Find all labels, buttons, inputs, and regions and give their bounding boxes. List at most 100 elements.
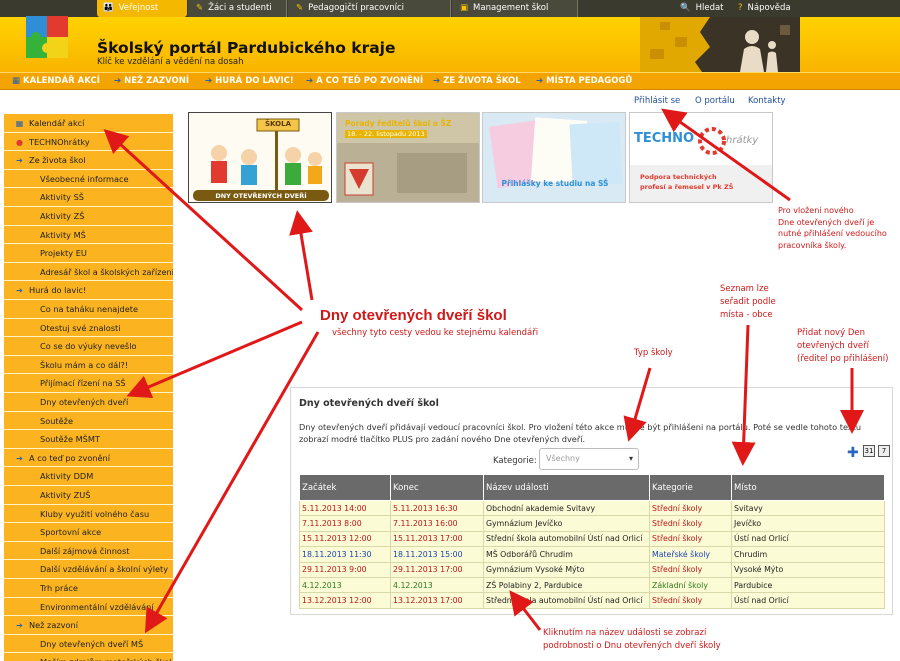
sidebar-item[interactable]: Další zájmová činnost <box>4 541 173 561</box>
week-view-icon[interactable]: 7 <box>878 445 890 457</box>
tile-prihlasky[interactable]: Přihlášky ke studiu na SŠ <box>482 112 626 203</box>
cell-start: 13.12.2013 12:00 <box>299 592 391 609</box>
cell-end: 4.12.2013 <box>390 576 484 594</box>
col-name-header[interactable]: Název události <box>483 474 650 501</box>
add-event-icon[interactable]: ✚ <box>847 445 859 461</box>
sidebar-item[interactable]: Co na taháku nenajdete <box>4 300 173 319</box>
col-end-header[interactable]: Konec <box>390 474 484 501</box>
sidebar-item-label: Aktivity MŠ <box>40 229 86 240</box>
cell-place: Jevíčko <box>731 515 885 532</box>
sidebar-item[interactable]: ➔ Ze života škol <box>4 151 173 170</box>
sidebar-item[interactable]: Další vzdělávání a školní výlety <box>4 560 173 579</box>
tile-technohratky[interactable]: TECHNO hrátky Podpora technických profes… <box>629 112 773 203</box>
sidebar-item-label: Adresář škol a školských zařízení <box>40 266 173 277</box>
tab-label: Pedagogičtí pracovníci <box>308 3 404 13</box>
sidebar-item[interactable]: Dny otevřených dveří MŠ <box>4 634 173 654</box>
sidebar-item[interactable]: Dny otevřených dveří <box>4 393 173 412</box>
sidebar-item[interactable]: ➔ A co teď po zvonění <box>4 449 173 468</box>
search-link[interactable]: 🔍 Hledat <box>680 0 724 17</box>
event-name-link[interactable]: ZŠ Polabiny 2, Pardubice <box>483 576 650 594</box>
sidebar-item[interactable]: Kluby využití volného času <box>4 504 173 524</box>
site-header: Školský portál Pardubického kraje Klíč k… <box>0 16 900 72</box>
event-name-link[interactable]: Střední škola automobilní Ústí nad Orlic… <box>483 592 650 609</box>
tab-pedagogove[interactable]: ✎ Pedagogičtí pracovníci <box>288 0 451 17</box>
arrow-icon: ➔ <box>16 621 23 631</box>
event-name-link[interactable]: Střední škola automobilní Ústí nad Orlic… <box>483 530 650 548</box>
annotation-line: Pro vložení nového <box>778 206 854 215</box>
col-place-header[interactable]: Místo <box>731 474 885 501</box>
tab-verejnost[interactable]: 👪 Veřejnost <box>97 0 187 17</box>
sidebar-item[interactable]: ● TECHNOhrátky <box>4 133 173 152</box>
sidebar-item[interactable]: Aktivity ZUŠ <box>4 486 173 505</box>
category-value: Všechny <box>546 454 580 463</box>
menu-kalendar[interactable]: ▦ KALENDÁŘ AKCÍ <box>12 73 100 91</box>
table-row[interactable]: 4.12.2013 4.12.2013 ZŠ Polabiny 2, Pardubi… <box>299 576 885 594</box>
sidebar-item[interactable]: Adresář škol a školských zařízení <box>4 262 173 282</box>
event-name-link[interactable]: MŠ Odborářů Chrudim <box>483 546 650 563</box>
tab-zaci[interactable]: ✎ Žáci a studenti <box>188 0 287 17</box>
events-body: 5.11.2013 14:00 5.11.2013 16:30 Obchodní a… <box>299 499 885 609</box>
annotation-line: (ředitel po přihlášení) <box>797 354 889 364</box>
sidebar-item[interactable]: Soutěže <box>4 411 173 431</box>
cell-category: Střední školy <box>649 561 732 578</box>
contacts-link[interactable]: Kontakty <box>748 96 786 106</box>
sidebar-item-label: Otestuj své znalosti <box>40 322 121 333</box>
sidebar-item[interactable]: Environmentální vzdělávání <box>4 597 173 617</box>
event-name-link[interactable]: Obchodní akademie Svitavy <box>483 499 650 517</box>
annotation-line: seřadit podle <box>720 297 776 307</box>
tile-porady-reditelu[interactable]: Porady ředitelů škol a ŠZ 18. - 22. list… <box>336 112 480 203</box>
menu-ze-zivota[interactable]: ➔ ZE ŽIVOTA ŠKOL <box>433 73 521 91</box>
help-link[interactable]: ? Nápověda <box>738 0 791 17</box>
puzzle-logo-icon[interactable] <box>20 10 74 64</box>
tab-management[interactable]: ▣ Management škol <box>452 0 578 17</box>
login-link[interactable]: Přihlásit se <box>634 96 680 106</box>
category-select[interactable]: Všechny ▾ <box>539 448 639 470</box>
annotation-line: Kliknutím na název události se zobrazí <box>543 628 707 638</box>
menu-po-zvoneni[interactable]: ➔ A CO TEĎ PO ZVONĚNÍ <box>306 73 423 91</box>
sidebar-item[interactable]: Maším zdrojům mateřských škol <box>4 653 173 661</box>
sidebar-item[interactable]: Aktivity MŠ <box>4 225 173 245</box>
sidebar-item[interactable]: Školu mám a co dál?! <box>4 355 173 375</box>
sidebar-item-label: Environmentální vzdělávání <box>40 601 154 612</box>
sidebar-item-label: Co se do výuky nevešlo <box>40 341 137 352</box>
tile-caption: Podpora technických <box>640 173 717 181</box>
sidebar-item[interactable]: Aktivity SŠ <box>4 188 173 207</box>
table-row[interactable]: 15.11.2013 12:00 15.11.2013 17:00 Střední … <box>299 530 885 548</box>
event-name-link[interactable]: Gymnázium Vysoké Mýto <box>483 561 650 578</box>
children-school-image <box>189 113 331 202</box>
menu-nez-zazvoni[interactable]: ➔ NEŽ ZAZVONÍ <box>114 73 189 91</box>
col-start-header[interactable]: Začátek <box>299 474 391 501</box>
sidebar-item[interactable]: Soutěže MŠMT <box>4 430 173 449</box>
about-link[interactable]: O portálu <box>695 96 735 106</box>
sidebar-item[interactable]: Otestuj své znalosti <box>4 318 173 338</box>
menu-hura[interactable]: ➔ HURÁ DO LAVIC! <box>205 73 294 91</box>
cell-start: 5.11.2013 14:00 <box>299 499 391 517</box>
sidebar-item-label: Co na taháku nenajdete <box>40 304 139 314</box>
table-row[interactable]: 5.11.2013 14:00 5.11.2013 16:30 Obchodní a… <box>299 499 885 517</box>
sidebar-item[interactable]: Projekty EU <box>4 244 173 263</box>
calendar-icon: ▦ <box>15 119 24 128</box>
sidebar-item[interactable]: Přijímací řízení na SŠ <box>4 374 173 393</box>
cell-category: Střední školy <box>649 530 732 548</box>
event-name-link[interactable]: Gymnázium Jevíčko <box>483 515 650 532</box>
sidebar-item[interactable]: ➔ Než zazvoní <box>4 616 173 635</box>
cell-category: Střední školy <box>649 592 732 609</box>
sidebar-item[interactable]: Sportovní akce <box>4 523 173 542</box>
table-row[interactable]: 13.12.2013 12:00 13.12.2013 17:00 Střední … <box>299 592 885 609</box>
col-category-header[interactable]: Kategorie <box>649 474 732 501</box>
sidebar-item[interactable]: Co se do výuky nevešlo <box>4 337 173 356</box>
table-row[interactable]: 7.11.2013 8:00 7.11.2013 16:00 Gymnázium J… <box>299 515 885 532</box>
table-row[interactable]: 29.11.2013 9:00 29.11.2013 17:00 Gymnázium… <box>299 561 885 578</box>
table-row[interactable]: 18.11.2013 11:30 18.11.2013 15:00 MŠ Odbor… <box>299 546 885 563</box>
sidebar-item[interactable]: ➔ Hurá do lavic! <box>4 281 173 300</box>
sidebar-item[interactable]: ▦ Kalendář akcí <box>4 114 173 133</box>
tile-dny-otevrenych-dveri[interactable]: ŠKOLA DNY OTEVŘENÝCH DVEŘÍ <box>188 112 332 203</box>
month-view-icon[interactable]: 31 <box>863 445 875 457</box>
sidebar-item[interactable]: Aktivity ZŠ <box>4 207 173 226</box>
arrow-icon: ➔ <box>16 453 23 463</box>
sidebar-item[interactable]: Všeobecné informace <box>4 169 173 189</box>
menu-mista[interactable]: ➔ MÍSTA PEDAGOGŮ <box>536 73 632 91</box>
sidebar-item[interactable]: Trh práce <box>4 579 173 598</box>
arrow-icon: ➔ <box>205 76 213 86</box>
sidebar-item[interactable]: Aktivity DDM <box>4 467 173 486</box>
